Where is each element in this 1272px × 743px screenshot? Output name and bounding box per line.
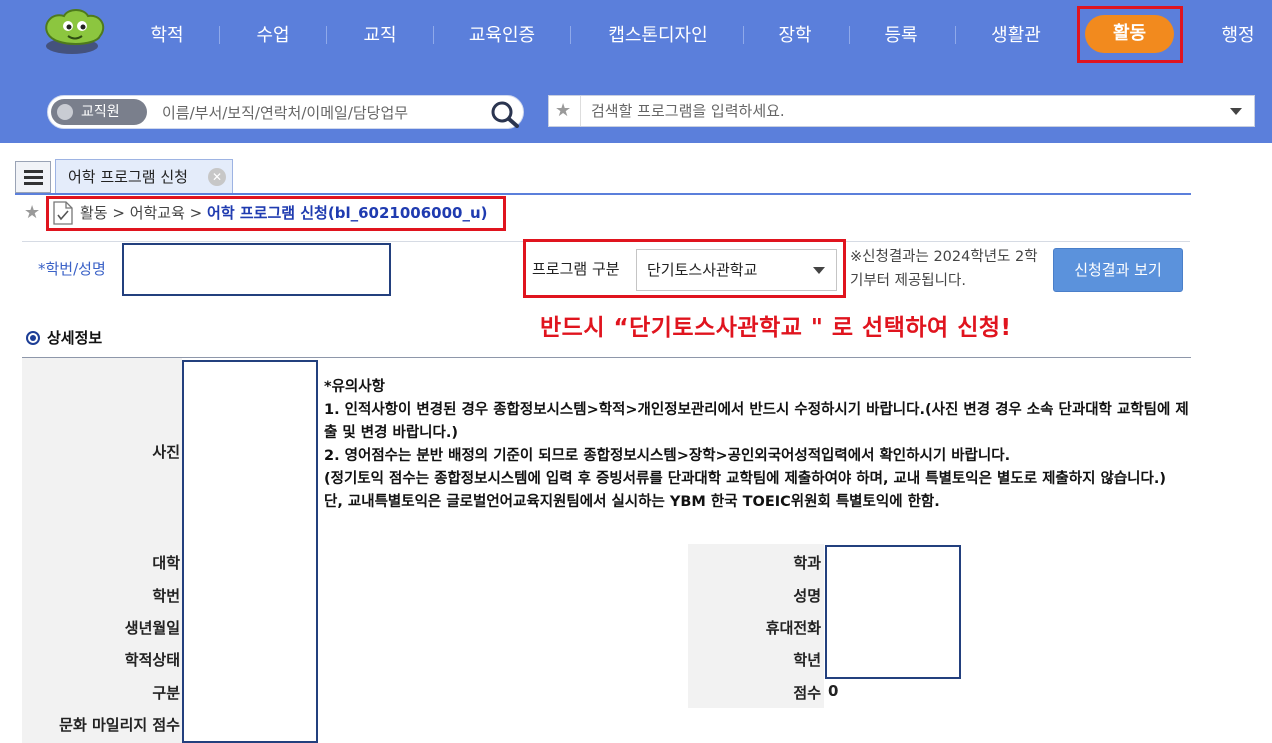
nav-item-capstone[interactable]: 캡스톤디자인 [590,22,726,50]
search-icon[interactable] [490,100,520,128]
tab-language-program[interactable]: 어학 프로그램 신청 ✕ [55,159,233,194]
mobile-label: 휴대전화 [765,619,821,637]
photo-box [182,360,318,743]
nav-item-classes[interactable]: 수업 [238,22,308,50]
section-title: 상세정보 [47,329,103,347]
student-id-label: 학번 [152,587,180,605]
highlight-program-type [523,239,846,298]
department-label: 학과 [793,554,821,572]
nav-item-registration[interactable]: 등록 [866,22,936,50]
employee-search-input[interactable]: 이름/부서/보직/연락처/이메일/담당업무 [162,96,408,130]
college-label: 대학 [152,554,180,572]
nav-item-dormitory[interactable]: 생활관 [980,22,1052,50]
score-value: 0 [828,682,839,700]
academic-status-label: 학적상태 [124,651,180,669]
grade-label: 학년 [793,651,821,669]
notice-line: 2. 영어점수는 분반 배정의 기준이 되므로 종합정보시스템>장학>공인외국어… [324,448,1011,464]
category-label: 구분 [152,684,180,702]
highlight-breadcrumb [46,196,506,231]
student-label: *학번/성명 [38,260,106,278]
photo-label: 사진 [152,443,180,461]
nav-item-teaching[interactable]: 교직 [345,22,415,50]
employee-search: 교직원 이름/부서/보직/연락처/이메일/담당업무 [47,95,524,129]
notice-line: 1. 인적사항이 변경된 경우 종합정보시스템>학적>개인정보관리에서 반드시 … [324,402,1189,441]
result-note: ※신청결과는 2024학년도 2학기부터 제공됩니다. [850,249,1038,289]
highlight-activities [1077,6,1183,63]
birthdate-label: 생년월일 [124,619,180,637]
student-input[interactable] [122,243,391,296]
tab-label: 어학 프로그램 신청 [68,168,188,186]
scope-label: 교직원 [81,104,120,120]
bullet-icon [26,331,40,345]
scope-toggle[interactable]: 교직원 [51,99,147,125]
section-divider [22,357,1191,358]
notice-line: *유의사항 [324,379,385,395]
program-search-input[interactable]: 검색할 프로그램을 입력하세요. [591,96,785,126]
student-info-box [825,545,961,679]
close-icon[interactable]: ✕ [208,168,226,186]
nav-item-scholarship[interactable]: 장학 [760,22,830,50]
favorite-star-icon[interactable]: ★ [555,100,571,121]
menu-button[interactable] [15,161,51,193]
toggle-knob-icon [57,104,73,120]
notice-line: (정기토익 점수는 종합정보시스템에 입력 후 증빙서류를 단과대학 교학팀에 … [324,471,1166,487]
name-label: 성명 [793,587,821,605]
culture-mileage-label: 문화 마일리지 점수 [59,716,180,734]
notice-line: 단, 교내특별토익은 글로벌언어교육지원팀에서 실시하는 YBM 한국 TOEI… [324,494,940,510]
search-bar: 교직원 이름/부서/보직/연락처/이메일/담당업무 ★ 검색할 프로그램을 입력… [0,75,1272,143]
favorite-star-icon[interactable]: ★ [24,202,40,223]
program-search[interactable]: ★ 검색할 프로그램을 입력하세요. [548,95,1255,127]
chevron-down-icon[interactable] [1230,108,1242,115]
notice-text: *유의사항 1. 인적사항이 변경된 경우 종합정보시스템>학적>개인정보관리에… [324,376,1194,514]
nav-item-administration[interactable]: 행정 [1210,22,1266,50]
nav-item-academic-records[interactable]: 학적 [132,22,202,50]
nav-item-education-cert[interactable]: 교육인증 [452,22,552,50]
score-label: 점수 [793,684,821,702]
view-result-button[interactable]: 신청결과 보기 [1053,248,1183,292]
tab-underline [15,193,1191,195]
logo-icon[interactable] [38,6,110,56]
instruction-annotation: 반드시 “단기토스사관학교 " 로 선택하여 신청! [540,315,1012,341]
